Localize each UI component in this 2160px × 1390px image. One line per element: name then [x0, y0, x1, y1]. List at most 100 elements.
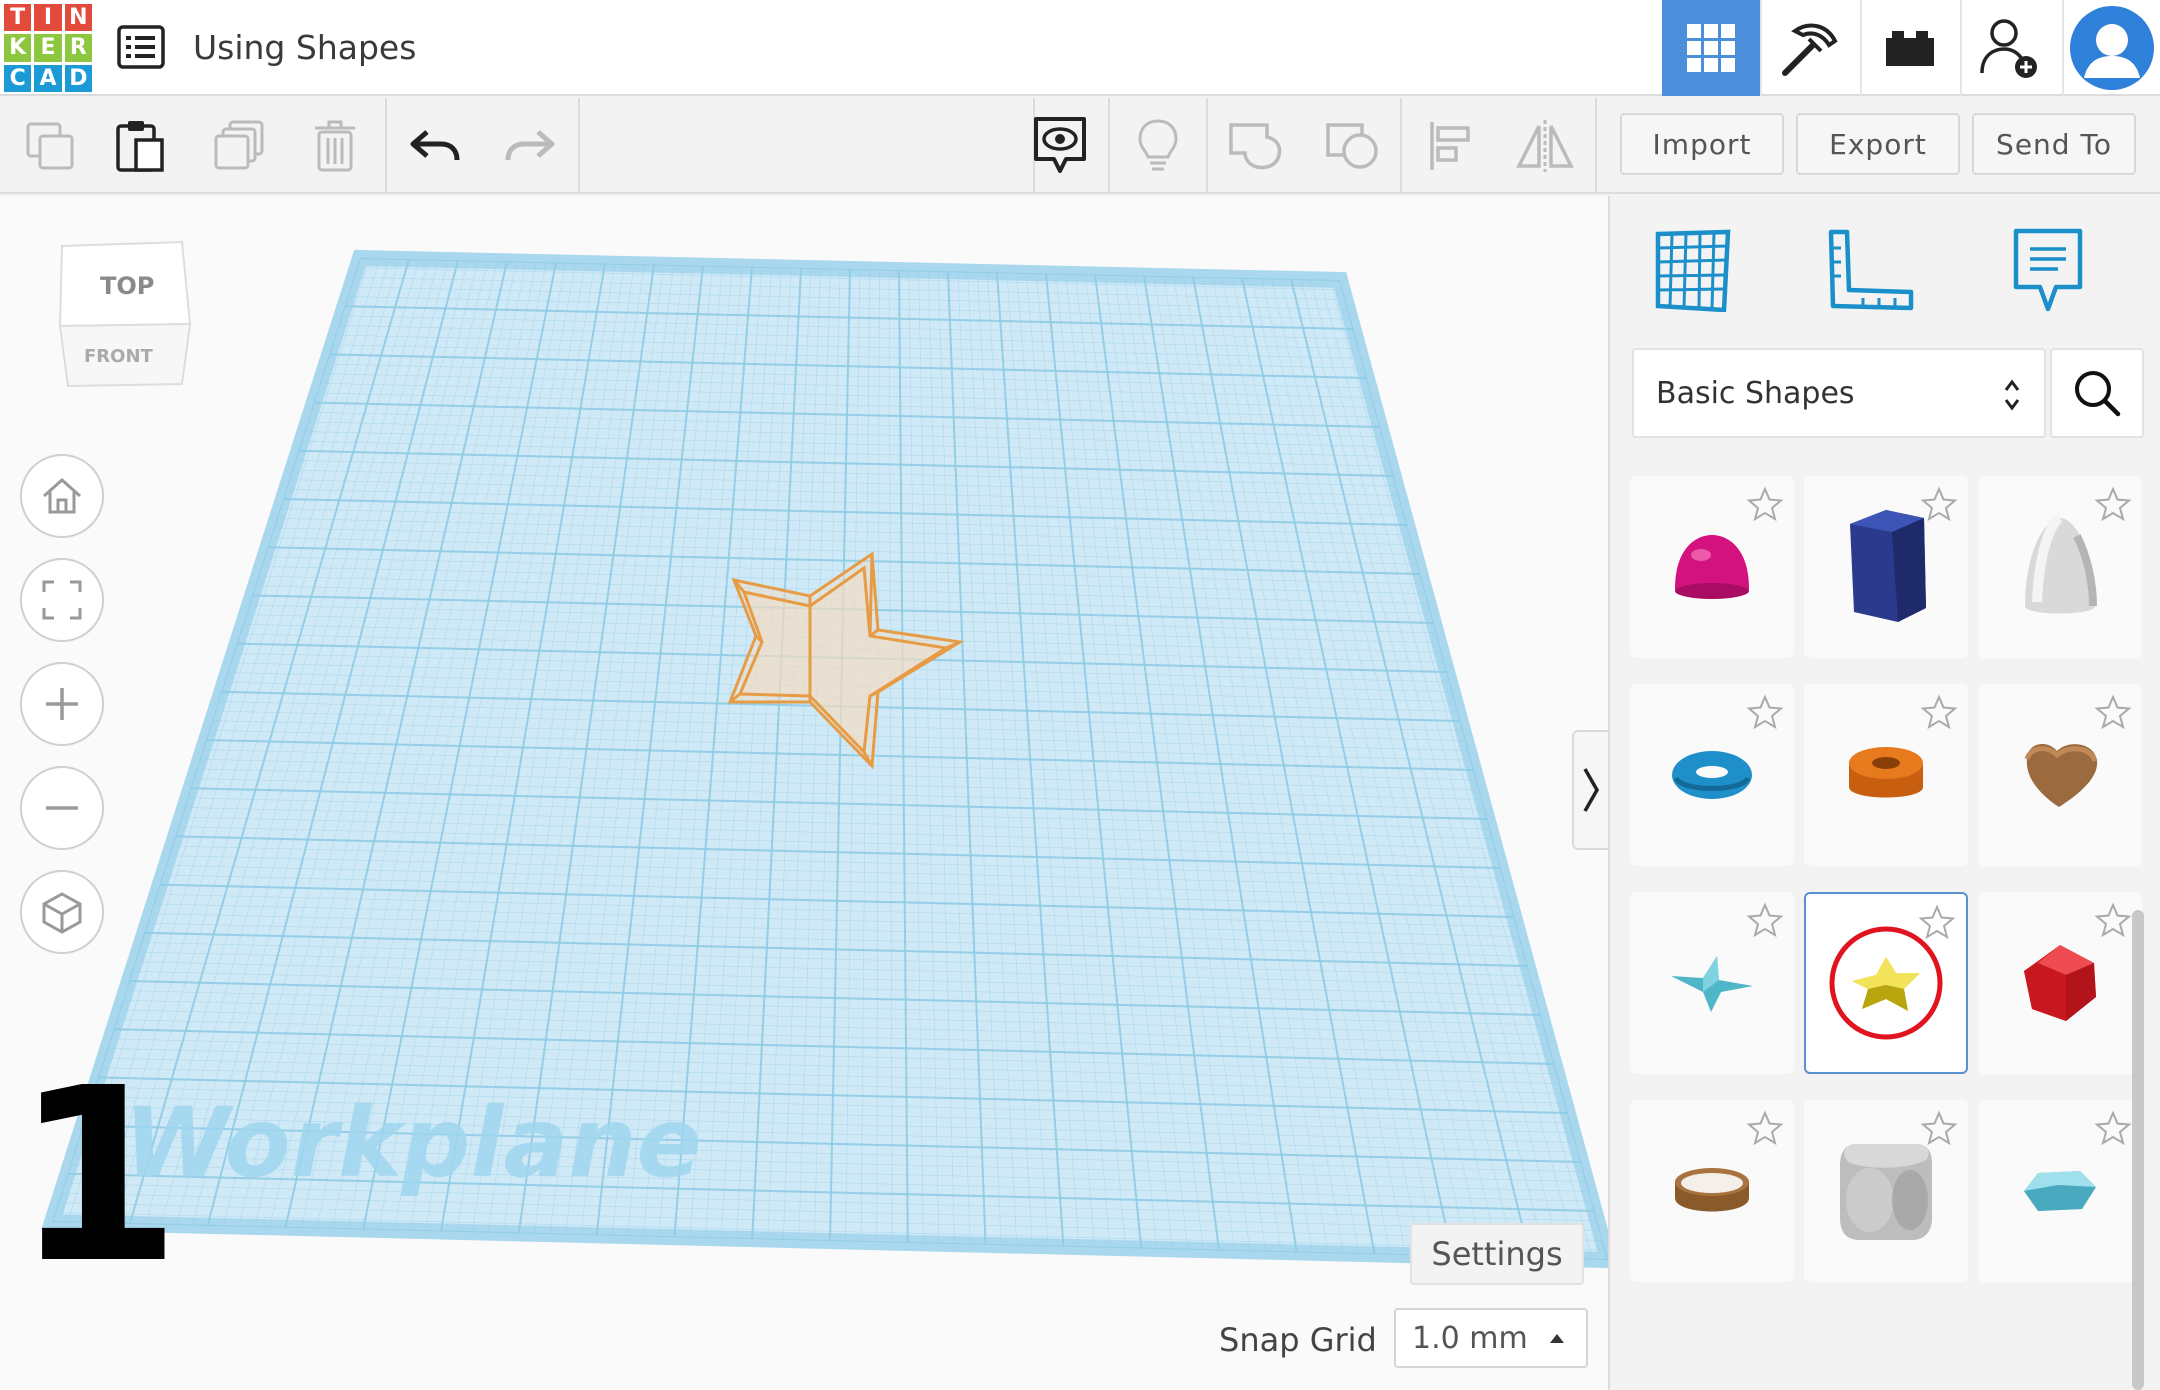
- favorite-star-icon[interactable]: [2094, 486, 2132, 522]
- ruler-tool[interactable]: [1820, 220, 1920, 320]
- logo-letter: K: [4, 34, 32, 62]
- shape-tile-diamond[interactable]: [1978, 1100, 2142, 1282]
- add-user-icon: [1980, 19, 2037, 78]
- paraboloid-icon: [2025, 513, 2097, 614]
- shape-tile-heart[interactable]: [1978, 684, 2142, 866]
- avatar-icon: [2070, 6, 2154, 90]
- shape-tile-rounded-cube[interactable]: [1804, 1100, 1968, 1282]
- group-icon[interactable]: [1226, 116, 1286, 176]
- favorite-star-icon[interactable]: [1918, 904, 1956, 940]
- favorite-star-icon[interactable]: [1746, 1110, 1784, 1146]
- favorite-star-icon[interactable]: [2094, 694, 2132, 730]
- fit-view-button[interactable]: [20, 558, 104, 642]
- redo-icon[interactable]: [500, 116, 560, 176]
- updown-arrows-icon: [2004, 379, 2020, 411]
- shape-category-select[interactable]: Basic Shapes: [1632, 348, 2046, 438]
- snap-grid-select[interactable]: 1.0 mm: [1394, 1308, 1588, 1368]
- notes-visibility-icon[interactable]: [1030, 116, 1090, 176]
- shape-tile-torus[interactable]: [1630, 684, 1794, 866]
- mirror-icon[interactable]: [1515, 116, 1575, 176]
- panel-collapse-tab[interactable]: [1572, 730, 1608, 850]
- diamond-icon: [2024, 1171, 2096, 1211]
- rounded-cube-icon: [1840, 1144, 1932, 1240]
- shape-category-value: Basic Shapes: [1656, 375, 1855, 411]
- copy-icon[interactable]: [20, 116, 80, 176]
- perspective-button[interactable]: [20, 870, 104, 954]
- half-sphere-icon: [1675, 535, 1749, 599]
- snap-grid-value: 1.0 mm: [1412, 1320, 1528, 1356]
- toolbar-divider: [1400, 98, 1402, 194]
- send-to-button[interactable]: Send To: [1972, 113, 2136, 175]
- paste-icon[interactable]: [110, 116, 170, 176]
- star-icon: [1829, 926, 1943, 1040]
- user-avatar[interactable]: [2062, 0, 2160, 96]
- design-list-icon[interactable]: [116, 22, 166, 72]
- 3d-viewport[interactable]: Workplane TOP FRONT 1 Settings Snap Grid…: [0, 196, 1608, 1390]
- icosahedron-icon: [2024, 945, 2096, 1021]
- favorite-star-icon[interactable]: [1920, 1110, 1958, 1146]
- favorite-star-icon[interactable]: [1920, 486, 1958, 522]
- view-cube[interactable]: TOP FRONT: [52, 236, 194, 396]
- workplane[interactable]: Workplane: [0, 196, 1608, 1390]
- ring-icon: [1675, 1168, 1749, 1212]
- zoom-in-button[interactable]: [20, 662, 104, 746]
- toolbar-divider: [578, 98, 580, 194]
- duplicate-icon[interactable]: [210, 116, 270, 176]
- workplane-tool[interactable]: [1642, 220, 1742, 320]
- invite-user-button[interactable]: [1960, 0, 2058, 96]
- design-title[interactable]: Using Shapes: [193, 28, 416, 67]
- undo-icon[interactable]: [405, 116, 465, 176]
- viewcube-top-label: TOP: [100, 272, 154, 300]
- pickaxe-icon: [1782, 23, 1838, 76]
- chevron-right-icon: [1583, 768, 1600, 812]
- tinkercad-logo[interactable]: T I N K E R C A D: [4, 4, 92, 92]
- search-icon: [2075, 371, 2121, 417]
- notes-tool[interactable]: [1998, 220, 2098, 320]
- shape-tile-star-flat[interactable]: [1630, 892, 1794, 1074]
- viewcube-front-label: FRONT: [84, 346, 154, 367]
- favorite-star-icon[interactable]: [2094, 902, 2132, 938]
- tinkercad-editor: T I N K E R C A D Using Shapes Import Ex…: [0, 0, 2160, 1390]
- snap-grid-label: Snap Grid: [1219, 1321, 1377, 1359]
- shape-tile-icosahedron[interactable]: [1978, 892, 2142, 1074]
- zoom-in-icon: [46, 688, 78, 720]
- shape-tile-tube[interactable]: [1804, 684, 1968, 866]
- favorite-star-icon[interactable]: [2094, 1110, 2132, 1146]
- fit-icon: [42, 580, 82, 620]
- bricks-icon: [1886, 31, 1934, 66]
- shapes-panel: Basic Shapes: [1608, 196, 2160, 1390]
- star-flat-icon: [1671, 956, 1753, 1012]
- home-view-button[interactable]: [20, 454, 104, 538]
- shape-tile-half-sphere[interactable]: [1630, 476, 1794, 658]
- workplane-icon: [1655, 229, 1731, 312]
- zoom-out-button[interactable]: [20, 766, 104, 850]
- shape-tile-paraboloid[interactable]: [1978, 476, 2142, 658]
- shape-tile-star[interactable]: [1804, 892, 1968, 1074]
- notes-icon: [2013, 228, 2083, 312]
- app-header: T I N K E R C A D Using Shapes: [0, 0, 2160, 96]
- shape-tile-ring[interactable]: [1630, 1100, 1794, 1282]
- ungroup-icon[interactable]: [1323, 116, 1383, 176]
- shape-tile-polygon[interactable]: [1804, 476, 1968, 658]
- shape-search-button[interactable]: [2050, 348, 2144, 438]
- favorite-star-icon[interactable]: [1746, 486, 1784, 522]
- delete-icon[interactable]: [305, 116, 365, 176]
- favorite-star-icon[interactable]: [1746, 902, 1784, 938]
- tube-icon: [1849, 747, 1923, 798]
- export-button[interactable]: Export: [1796, 113, 1960, 175]
- align-icon[interactable]: [1420, 116, 1480, 176]
- zoom-out-icon: [46, 806, 78, 810]
- 3d-design-button[interactable]: [1662, 0, 1760, 96]
- logo-letter: E: [34, 34, 62, 62]
- favorite-star-icon[interactable]: [1746, 694, 1784, 730]
- toolbar-divider: [1206, 98, 1208, 194]
- toolbar-divider: [385, 98, 387, 194]
- lightbulb-icon[interactable]: [1128, 116, 1188, 176]
- import-button[interactable]: Import: [1620, 113, 1784, 175]
- minecraft-button[interactable]: [1760, 0, 1858, 96]
- panel-scrollbar[interactable]: [2132, 910, 2144, 1390]
- favorite-star-icon[interactable]: [1920, 694, 1958, 730]
- bricks-button[interactable]: [1860, 0, 1958, 96]
- perspective-icon: [42, 892, 82, 934]
- settings-button[interactable]: Settings: [1410, 1223, 1584, 1285]
